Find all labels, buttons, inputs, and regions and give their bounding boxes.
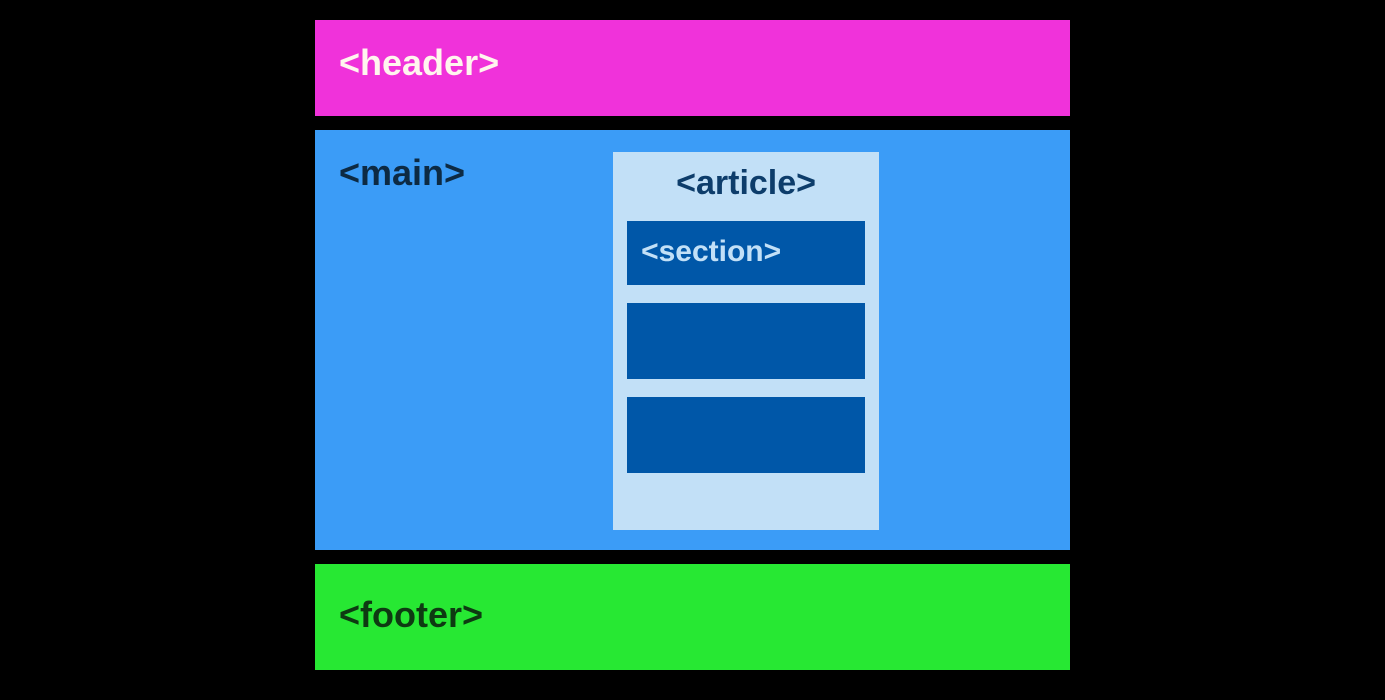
main-label: <main> xyxy=(339,152,465,528)
header-box: <header> xyxy=(315,20,1070,116)
section-box xyxy=(627,397,865,473)
footer-box: <footer> xyxy=(315,564,1070,670)
header-label: <header> xyxy=(339,42,499,83)
section-box xyxy=(627,303,865,379)
main-box: <main> <article> <section> xyxy=(315,130,1070,550)
html-layout-diagram: <header> <main> <article> <section> <foo… xyxy=(315,20,1070,670)
article-box: <article> <section> xyxy=(613,152,879,530)
section-label: <section> xyxy=(641,235,781,268)
footer-label: <footer> xyxy=(339,594,483,635)
section-box: <section> xyxy=(627,221,865,285)
article-label: <article> xyxy=(627,164,865,203)
